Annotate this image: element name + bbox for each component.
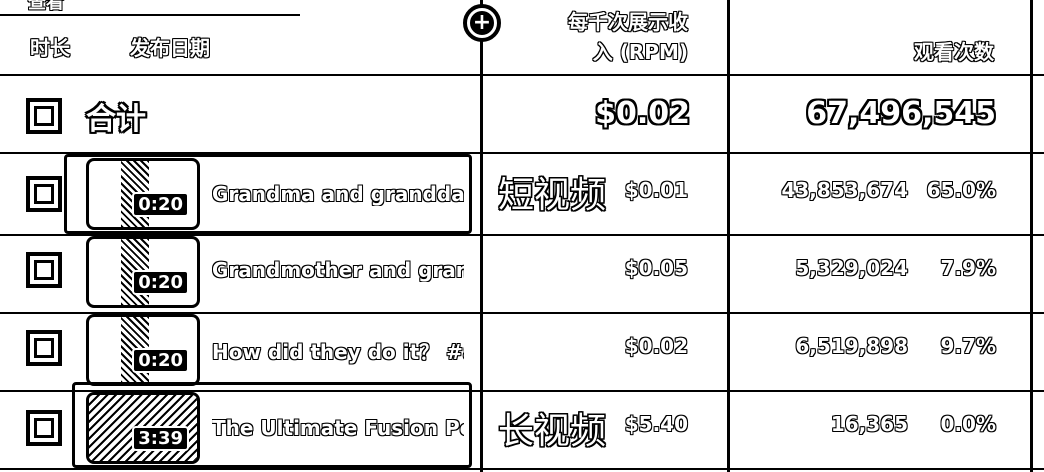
row-percent: 65.0%: [926, 178, 996, 202]
header-partial-label: 查看: [28, 0, 64, 13]
total-rpm: $0.02: [595, 96, 690, 131]
total-views: 67,496,545: [806, 96, 996, 131]
header-bottom-border: [0, 74, 1044, 76]
row-rpm: $0.02: [624, 334, 688, 358]
video-title[interactable]: Grandma and granddau...: [212, 182, 464, 206]
row-views: 43,853,674: [781, 178, 908, 202]
row-rpm: $0.05: [624, 256, 688, 280]
header-divider: [0, 14, 300, 16]
row-checkbox[interactable]: [26, 252, 62, 288]
video-thumbnail[interactable]: 0:20: [86, 236, 200, 308]
duration-badge: 3:39: [132, 426, 189, 451]
row-divider: [0, 468, 1044, 470]
rpm-header-line1[interactable]: 每千次展示收: [540, 6, 688, 35]
video-thumbnail[interactable]: 0:20: [86, 158, 200, 230]
row-percent: 7.9%: [940, 256, 996, 280]
rpm-header-line2[interactable]: 入 (RPM): [540, 36, 688, 65]
row-percent: 0.0%: [940, 412, 996, 436]
shorts-annotation: 短视频: [498, 175, 607, 216]
video-title[interactable]: The Ultimate Fusion Per...: [212, 416, 464, 440]
video-title[interactable]: Grandmother and grand...: [212, 258, 464, 282]
video-thumbnail[interactable]: 0:20: [86, 314, 200, 386]
select-all-checkbox[interactable]: [26, 98, 62, 134]
add-column-icon: +: [467, 8, 497, 38]
column-divider: [1030, 0, 1033, 472]
row-rpm: $0.01: [624, 178, 688, 202]
row-checkbox[interactable]: [26, 176, 62, 212]
row-percent: 9.7%: [940, 334, 996, 358]
video-thumbnail[interactable]: 3:39: [86, 392, 200, 464]
sort-duration[interactable]: 时长: [30, 32, 70, 61]
add-column-button[interactable]: +: [463, 4, 501, 42]
column-divider: [727, 0, 730, 472]
column-divider: [480, 0, 483, 472]
total-label: 合计: [86, 102, 146, 137]
row-rpm: $5.40: [624, 412, 688, 436]
duration-badge: 0:20: [132, 192, 189, 217]
row-checkbox[interactable]: [26, 330, 62, 366]
duration-badge: 0:20: [132, 270, 189, 295]
row-views: 16,365: [830, 412, 908, 436]
duration-badge: 0:20: [132, 348, 189, 373]
video-title[interactable]: How did they do it？ #a...: [212, 336, 464, 365]
views-header[interactable]: 观看次数: [820, 36, 994, 65]
row-views: 6,519,898: [795, 334, 908, 358]
sort-publish-date[interactable]: 发布日期: [130, 32, 210, 61]
row-checkbox[interactable]: [26, 410, 62, 446]
row-views: 5,329,024: [795, 256, 908, 280]
long-video-annotation: 长视频: [498, 411, 607, 452]
